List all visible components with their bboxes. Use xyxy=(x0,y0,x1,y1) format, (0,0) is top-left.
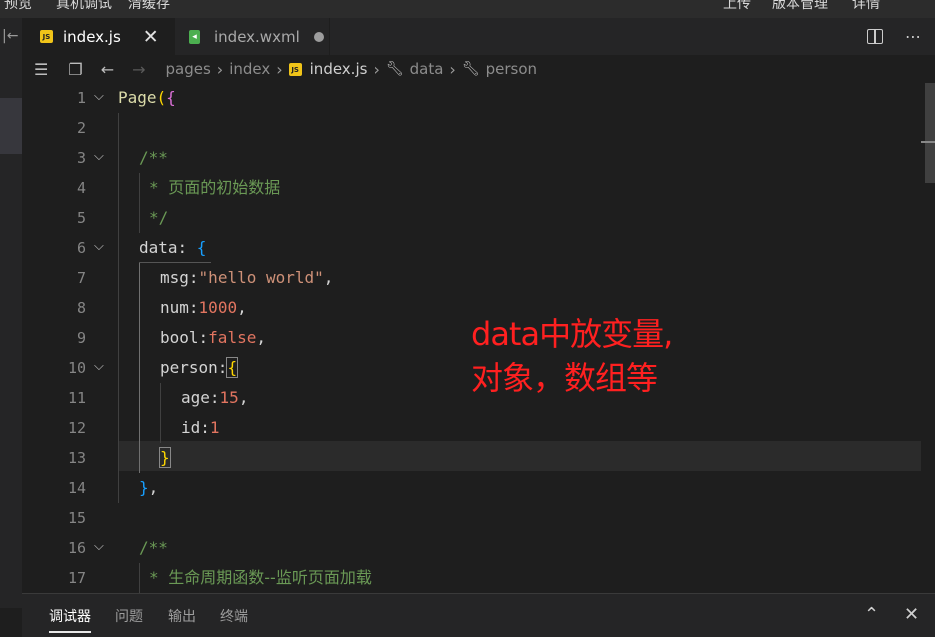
line-number: 17 xyxy=(67,569,86,587)
js-file-icon: JS xyxy=(288,62,302,76)
line-number: 8 xyxy=(76,299,86,317)
line-number: 2 xyxy=(76,119,86,137)
line-number: 16 xyxy=(67,539,86,557)
scrollbar-cursor-mark xyxy=(921,141,935,143)
close-icon[interactable]: ✕ xyxy=(143,26,159,48)
breadcrumb-file[interactable]: index.js xyxy=(310,60,368,78)
real-debug-button[interactable]: 真机调试 xyxy=(56,0,112,13)
breadcrumb-index[interactable]: index xyxy=(229,60,270,78)
more-actions-icon[interactable]: ⋯ xyxy=(905,27,921,46)
preview-button[interactable]: 预览 xyxy=(4,0,32,13)
code-line: }, xyxy=(139,478,159,497)
line-number: 1 xyxy=(76,89,86,107)
list-icon[interactable]: ☰ xyxy=(34,60,48,79)
wxml-file-icon: ◂ xyxy=(189,29,200,44)
tab-label: index.js xyxy=(63,27,121,46)
line-number: 3 xyxy=(76,149,86,167)
tab-output[interactable]: 输出 xyxy=(168,594,196,637)
vertical-scrollbar[interactable] xyxy=(921,83,935,593)
sidebar-selection xyxy=(0,98,22,154)
code-line: data: { xyxy=(139,238,207,257)
unsaved-dot-icon[interactable] xyxy=(313,31,324,42)
tab-index-wxml[interactable]: ◂ index.wxml xyxy=(175,18,330,55)
code-line: /** xyxy=(139,148,168,167)
code-line: msg:"hello world", xyxy=(160,268,334,287)
code-line: * 页面的初始数据 xyxy=(149,178,281,197)
chevron-right-icon: › xyxy=(216,59,224,79)
chevron-up-icon[interactable]: ⌃ xyxy=(864,604,879,625)
version-button[interactable]: 版本管理 xyxy=(772,0,828,13)
breadcrumb: ☰ ❐ ← → pages › index › JS index.js › 🔧︎… xyxy=(22,55,935,83)
chevron-right-icon: › xyxy=(373,59,380,79)
tab-index-js[interactable]: JS index.js ✕ xyxy=(22,18,175,55)
split-editor-icon[interactable] xyxy=(867,29,883,44)
annotation-line-1: data中放变量, xyxy=(471,315,673,353)
close-panel-icon[interactable]: ✕ xyxy=(904,604,919,625)
line-number: 5 xyxy=(76,209,86,227)
annotation-line-2: 对象，数组等 xyxy=(471,359,658,397)
line-number: 15 xyxy=(67,509,86,527)
bottom-panel: 调试器 问题 输出 终端 ⌃ ✕ xyxy=(22,593,935,637)
fold-chevron-icon[interactable]: ⌵ xyxy=(94,539,104,554)
fold-chevron-icon[interactable]: ⌵ xyxy=(94,359,104,374)
chevron-right-icon: › xyxy=(276,59,283,79)
sidebar-strip: |← xyxy=(0,18,22,608)
fold-chevron-icon[interactable]: ⌵ xyxy=(94,239,104,254)
tab-terminal[interactable]: 终端 xyxy=(220,594,248,637)
line-number: 6 xyxy=(76,239,86,257)
code-line: /** xyxy=(139,538,168,557)
fold-chevron-icon[interactable]: ⌵ xyxy=(94,149,104,164)
code-line: bool:false, xyxy=(160,328,266,347)
line-number: 12 xyxy=(67,419,86,437)
tab-actions: ⋯ xyxy=(867,18,921,55)
bookmark-icon[interactable]: ❐ xyxy=(68,60,82,79)
upload-button[interactable]: 上传 xyxy=(723,0,751,13)
js-file-icon: JS xyxy=(40,30,53,43)
code-line: id:1 xyxy=(181,418,220,437)
collapse-sidebar-icon[interactable]: |← xyxy=(2,28,18,44)
red-annotation: data中放变量, 对象，数组等 xyxy=(471,312,673,400)
breadcrumb-person[interactable]: person xyxy=(486,60,537,78)
line-number: 14 xyxy=(67,479,86,497)
breadcrumb-data[interactable]: data xyxy=(410,60,444,78)
code-line: } xyxy=(159,447,171,468)
back-arrow-icon[interactable]: ← xyxy=(101,60,114,79)
code-line: * 生命周期函数--监听页面加载 xyxy=(149,568,372,587)
forward-arrow-icon[interactable]: → xyxy=(132,60,145,79)
line-number: 9 xyxy=(76,329,86,347)
fold-chevron-icon[interactable]: ⌵ xyxy=(94,89,104,104)
line-number: 10 xyxy=(67,359,86,377)
details-button[interactable]: 详情 xyxy=(852,0,880,13)
breadcrumb-pages[interactable]: pages xyxy=(166,60,211,78)
editor-tabs: JS index.js ✕ ◂ index.wxml ⋯ xyxy=(22,18,935,55)
top-toolbar: 预览 真机调试 清缓存 上传 版本管理 详情 xyxy=(0,0,935,18)
clear-cache-button[interactable]: 清缓存 xyxy=(128,0,170,13)
code-line: person:{ xyxy=(160,357,239,378)
code-line: num:1000, xyxy=(160,298,247,317)
tab-debugger[interactable]: 调试器 xyxy=(49,594,91,637)
line-number: 4 xyxy=(76,179,86,197)
wrench-icon: 🔧︎ xyxy=(385,61,404,77)
wrench-icon: 🔧︎ xyxy=(461,61,480,77)
tab-label: index.wxml xyxy=(214,27,300,46)
line-number: 13 xyxy=(67,449,86,467)
code-line: age:15, xyxy=(181,388,249,407)
line-number: 7 xyxy=(76,269,86,287)
line-number: 11 xyxy=(67,389,86,407)
tab-problems[interactable]: 问题 xyxy=(115,594,143,637)
code-line: */ xyxy=(149,208,169,227)
scrollbar-thumb[interactable] xyxy=(925,83,935,183)
code-line: Page({ xyxy=(118,88,176,107)
chevron-right-icon: › xyxy=(449,59,456,79)
